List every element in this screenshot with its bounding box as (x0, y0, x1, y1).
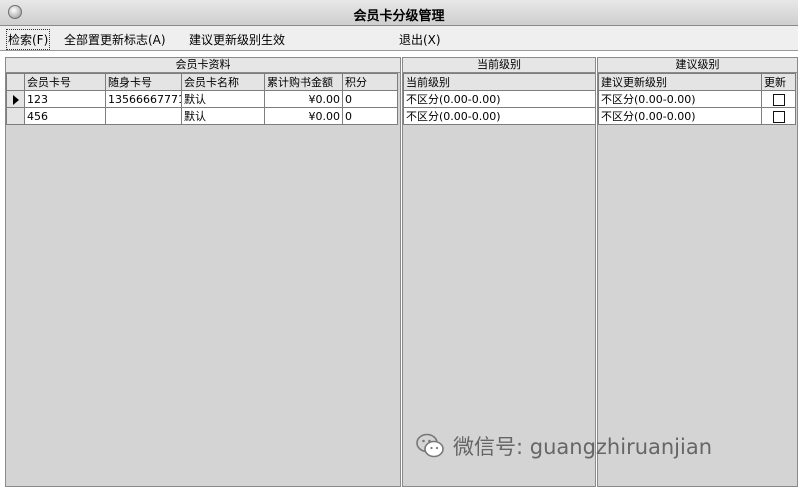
card-no-cell[interactable]: 123 (24, 90, 106, 108)
row-indicator (6, 107, 25, 125)
watermark-text: 微信号: guangzhiruanjian (453, 435, 713, 459)
current-row-indicator (6, 90, 25, 108)
apply-level-menu-item[interactable]: 建议更新级别生效 (189, 31, 285, 48)
watermark: 微信号: guangzhiruanjian (415, 430, 712, 462)
amount-cell[interactable]: ¥0.00 (264, 90, 343, 108)
suggested-level-cell[interactable]: 不区分(0.00-0.00) (598, 107, 762, 125)
update-checkbox[interactable] (772, 110, 785, 123)
update-cell[interactable] (761, 107, 796, 125)
column-header-carry-no[interactable]: 随身卡号 (105, 73, 182, 91)
carry-no-cell[interactable]: 13566667771 (105, 90, 182, 108)
column-header-points[interactable]: 积分 (342, 73, 398, 91)
points-cell[interactable]: 0 (342, 90, 398, 108)
table-row[interactable]: 不区分(0.00-0.00) (598, 90, 796, 108)
title-bar: 会员卡分级管理 (0, 0, 798, 26)
wechat-icon (416, 433, 444, 458)
menu-bar: 检索(F) 全部置更新标志(A) 建议更新级别生效 退出(X) (0, 26, 798, 51)
table-row[interactable]: 不区分(0.00-0.00) (598, 107, 796, 125)
carry-no-cell[interactable] (105, 107, 182, 125)
column-header-card-no[interactable]: 会员卡号 (24, 73, 106, 91)
update-cell[interactable] (761, 90, 796, 108)
card-name-cell[interactable]: 默认 (181, 90, 265, 108)
card-info-panel: 会员卡资料 会员卡号 随身卡号 会员卡名称 累计购书金额 积分 123 1356… (5, 57, 401, 487)
update-checkbox[interactable] (772, 93, 785, 106)
table-row[interactable]: 123 13566667771 默认 ¥0.00 0 (6, 90, 398, 108)
search-menu-item[interactable]: 检索(F) (5, 29, 51, 50)
column-header-card-name[interactable]: 会员卡名称 (181, 73, 265, 91)
current-level-cell[interactable]: 不区分(0.00-0.00) (403, 107, 595, 125)
table-row[interactable]: 456 默认 ¥0.00 0 (6, 107, 398, 125)
table-row[interactable]: 不区分(0.00-0.00) (403, 107, 595, 125)
set-all-flag-menu-item[interactable]: 全部置更新标志(A) (64, 31, 166, 48)
row-indicator-header (6, 73, 25, 91)
current-level-panel-title: 当前级别 (403, 58, 595, 73)
card-info-grid: 会员卡号 随身卡号 会员卡名称 累计购书金额 积分 123 1356666777… (6, 73, 398, 125)
amount-cell[interactable]: ¥0.00 (264, 107, 343, 125)
suggested-level-grid: 建议更新级别 更新 不区分(0.00-0.00) 不区分(0.00-0.00) (598, 73, 796, 125)
current-level-cell[interactable]: 不区分(0.00-0.00) (403, 90, 595, 108)
current-level-grid: 当前级别 不区分(0.00-0.00) 不区分(0.00-0.00) (403, 73, 595, 125)
suggested-level-panel-title: 建议级别 (598, 58, 797, 73)
table-row[interactable]: 不区分(0.00-0.00) (403, 90, 595, 108)
current-level-panel: 当前级别 当前级别 不区分(0.00-0.00) 不区分(0.00-0.00) (402, 57, 596, 487)
card-name-cell[interactable]: 默认 (181, 107, 265, 125)
column-header-amount[interactable]: 累计购书金额 (264, 73, 343, 91)
column-header-suggested-level[interactable]: 建议更新级别 (598, 73, 762, 91)
window-title: 会员卡分级管理 (353, 9, 445, 24)
suggested-level-cell[interactable]: 不区分(0.00-0.00) (598, 90, 762, 108)
card-info-panel-title: 会员卡资料 (6, 58, 400, 73)
suggested-level-panel: 建议级别 建议更新级别 更新 不区分(0.00-0.00) 不区分(0.00-0… (597, 57, 798, 487)
card-no-cell[interactable]: 456 (24, 107, 106, 125)
points-cell[interactable]: 0 (342, 107, 398, 125)
column-header-update[interactable]: 更新 (761, 73, 796, 91)
exit-menu-item[interactable]: 退出(X) (399, 31, 441, 48)
column-header-current-level[interactable]: 当前级别 (403, 73, 595, 91)
row-pointer-icon (12, 94, 19, 105)
